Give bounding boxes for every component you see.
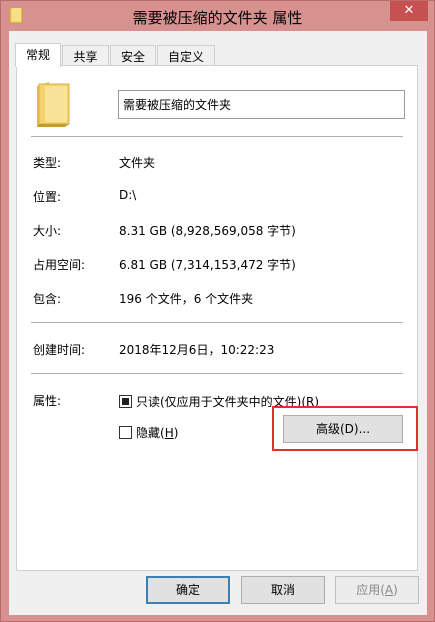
attributes-label: 属性: (33, 394, 62, 408)
separator (31, 136, 403, 137)
folder-name-input[interactable] (118, 90, 405, 119)
tab-sharing[interactable]: 共享 (62, 45, 109, 66)
properties-window: 需要被压缩的文件夹 属性 ✕ 常规 共享 安全 自定义 类型: 文件夹 位置: … (0, 0, 435, 622)
close-button[interactable]: ✕ (390, 1, 428, 21)
hidden-checkbox[interactable] (119, 426, 132, 439)
folder-icon (37, 82, 70, 127)
size-value: 8.31 GB (8,928,569,058 字节) (119, 224, 296, 238)
type-value: 文件夹 (119, 156, 156, 170)
tab-general[interactable]: 常规 (15, 43, 61, 67)
separator (31, 322, 403, 323)
size-label: 大小: (33, 224, 62, 238)
readonly-checkbox[interactable] (119, 395, 132, 408)
tab-security[interactable]: 安全 (110, 45, 156, 66)
apply-button[interactable]: 应用(A) (335, 576, 419, 604)
size-on-disk-label: 占用空间: (33, 258, 86, 272)
dialog-client-area: 常规 共享 安全 自定义 类型: 文件夹 位置: D:\ 大小: 8.31 GB… (9, 31, 427, 615)
advanced-button[interactable]: 高级(D)... (283, 415, 403, 443)
general-tab-panel: 类型: 文件夹 位置: D:\ 大小: 8.31 GB (8,928,569,0… (16, 65, 418, 571)
ok-button[interactable]: 确定 (146, 576, 230, 604)
type-label: 类型: (33, 156, 62, 170)
location-label: 位置: (33, 190, 62, 204)
title-bar[interactable]: 需要被压缩的文件夹 属性 ✕ (1, 1, 434, 31)
separator (31, 373, 403, 374)
created-value: 2018年12月6日，10:22:23 (119, 343, 275, 357)
contains-value: 196 个文件，6 个文件夹 (119, 292, 254, 306)
size-on-disk-value: 6.81 GB (7,314,153,472 字节) (119, 258, 296, 272)
cancel-button[interactable]: 取消 (241, 576, 325, 604)
created-label: 创建时间: (33, 343, 86, 357)
location-value: D:\ (119, 188, 137, 202)
hidden-label[interactable]: 隐藏(H) (136, 424, 178, 441)
window-title: 需要被压缩的文件夹 属性 (132, 9, 303, 27)
tab-customize[interactable]: 自定义 (157, 45, 215, 66)
contains-label: 包含: (33, 292, 62, 306)
